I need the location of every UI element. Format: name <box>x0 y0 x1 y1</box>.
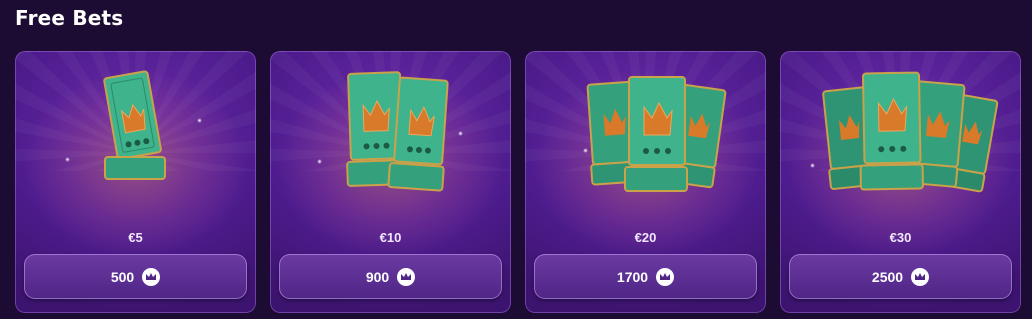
crown-coin-icon <box>397 267 416 286</box>
ticket-bundle-image <box>822 71 999 193</box>
free-bet-card-20[interactable]: €20 1700 <box>525 51 766 313</box>
ticket-bundle-image <box>103 70 166 180</box>
cost-label: 500 <box>110 268 135 285</box>
buy-button[interactable]: 900 <box>279 254 502 299</box>
ticket-icon <box>859 71 924 191</box>
free-bet-card-10[interactable]: €10 900 <box>270 51 511 313</box>
ticket-icon <box>624 76 688 192</box>
ticket-bundle-image <box>586 76 727 192</box>
free-bet-value: €10 <box>379 230 402 245</box>
cost-label: 900 <box>365 268 390 285</box>
free-bets-list: €5 500 €10 900 €20 1700 €30 2500 <box>15 51 1021 313</box>
ticket-bundle-image <box>346 71 449 192</box>
free-bet-value: €30 <box>889 230 912 245</box>
cost-label: 2500 <box>871 268 904 285</box>
page-title: Free Bets <box>15 6 124 30</box>
buy-button[interactable]: 2500 <box>789 254 1012 299</box>
buy-button[interactable]: 1700 <box>534 254 757 299</box>
free-bet-card-30[interactable]: €30 2500 <box>780 51 1021 313</box>
free-bet-value: €20 <box>634 230 657 245</box>
crown-coin-icon <box>656 267 675 286</box>
ticket-icon <box>103 70 166 180</box>
buy-button[interactable]: 500 <box>24 254 247 299</box>
cost-label: 1700 <box>616 268 649 285</box>
free-bet-card-5[interactable]: €5 500 <box>15 51 256 313</box>
crown-coin-icon <box>142 267 161 286</box>
crown-coin-icon <box>911 267 930 286</box>
free-bet-value: €5 <box>128 230 143 245</box>
